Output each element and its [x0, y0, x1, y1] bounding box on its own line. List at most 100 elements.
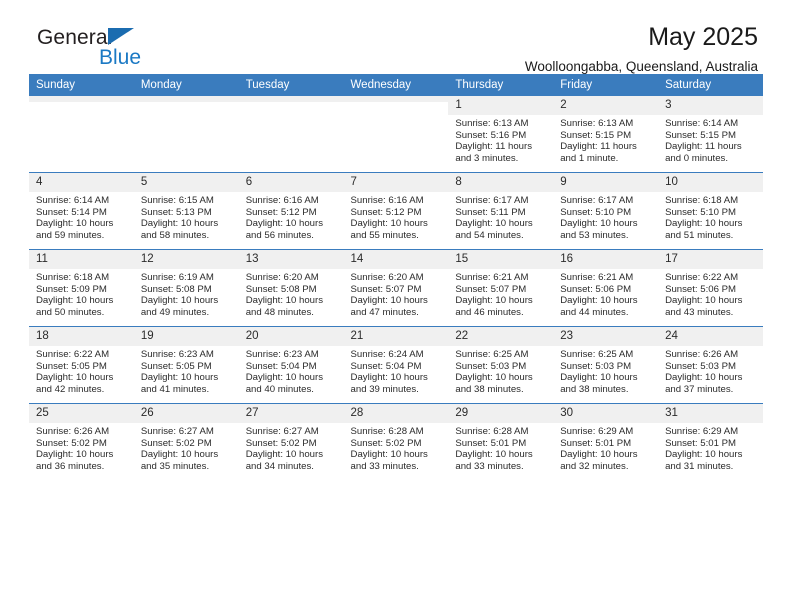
- day-cell[interactable]: 31 Sunrise: 6:29 AM Sunset: 5:01 PM Dayl…: [658, 403, 763, 480]
- day-cell[interactable]: 4 Sunrise: 6:14 AM Sunset: 5:14 PM Dayli…: [29, 172, 134, 250]
- day-cell[interactable]: 16 Sunrise: 6:21 AM Sunset: 5:06 PM Dayl…: [553, 249, 659, 327]
- day-cell[interactable]: [133, 96, 239, 173]
- day-cell[interactable]: 11 Sunrise: 6:18 AM Sunset: 5:09 PM Dayl…: [29, 249, 134, 327]
- sunrise-sunset-calendar: Sunday Monday Tuesday Wednesday Thursday…: [29, 74, 763, 480]
- daylight-text: Daylight: 10 hours and 42 minutes.: [36, 372, 114, 395]
- sunset-text: Sunset: 5:03 PM: [455, 360, 527, 372]
- sunset-text: Sunset: 5:08 PM: [140, 283, 212, 295]
- day-cell[interactable]: 19 Sunrise: 6:23 AM Sunset: 5:05 PM Dayl…: [133, 326, 239, 404]
- day-cell[interactable]: 13 Sunrise: 6:20 AM Sunset: 5:08 PM Dayl…: [238, 249, 344, 327]
- day-details: Sunrise: 6:26 AM Sunset: 5:03 PM Dayligh…: [658, 346, 763, 395]
- day-cell[interactable]: [343, 96, 449, 173]
- sunrise-text: Sunrise: 6:17 AM: [455, 195, 529, 206]
- sunset-text: Sunset: 5:01 PM: [665, 437, 736, 449]
- day-cell[interactable]: 10 Sunrise: 6:18 AM Sunset: 5:10 PM Dayl…: [658, 172, 763, 250]
- day-number: 8: [448, 173, 554, 192]
- day-cell[interactable]: 22 Sunrise: 6:25 AM Sunset: 5:03 PM Dayl…: [448, 326, 554, 404]
- day-details: Sunrise: 6:14 AM Sunset: 5:15 PM Dayligh…: [658, 115, 763, 164]
- day-cell[interactable]: 5 Sunrise: 6:15 AM Sunset: 5:13 PM Dayli…: [133, 172, 239, 250]
- sunrise-text: Sunrise: 6:26 AM: [665, 349, 739, 360]
- weekday-header-tuesday: Tuesday: [238, 74, 344, 96]
- day-number: 24: [658, 327, 763, 346]
- day-details: Sunrise: 6:21 AM Sunset: 5:07 PM Dayligh…: [448, 269, 553, 318]
- day-cell[interactable]: 1 Sunrise: 6:13 AM Sunset: 5:16 PM Dayli…: [448, 96, 554, 173]
- sunset-text: Sunset: 5:10 PM: [560, 206, 632, 218]
- sunset-text: Sunset: 5:04 PM: [350, 360, 422, 372]
- daylight-text: Daylight: 10 hours and 33 minutes.: [350, 449, 428, 472]
- day-number: 7: [343, 173, 449, 192]
- day-cell[interactable]: 2 Sunrise: 6:13 AM Sunset: 5:15 PM Dayli…: [553, 96, 659, 173]
- day-number: 26: [133, 404, 239, 423]
- day-cell[interactable]: 20 Sunrise: 6:23 AM Sunset: 5:04 PM Dayl…: [238, 326, 344, 404]
- sunrise-text: Sunrise: 6:14 AM: [665, 118, 739, 129]
- day-details: Sunrise: 6:25 AM Sunset: 5:03 PM Dayligh…: [553, 346, 658, 395]
- day-details: Sunrise: 6:15 AM Sunset: 5:13 PM Dayligh…: [134, 192, 239, 241]
- day-number: 23: [553, 327, 659, 346]
- day-details: Sunrise: 6:14 AM Sunset: 5:14 PM Dayligh…: [29, 192, 134, 241]
- day-cell[interactable]: 29 Sunrise: 6:28 AM Sunset: 5:01 PM Dayl…: [448, 403, 554, 480]
- daylight-text: Daylight: 10 hours and 35 minutes.: [140, 449, 219, 472]
- page-title: May 2025: [648, 23, 758, 51]
- sunset-text: Sunset: 5:09 PM: [36, 283, 107, 295]
- daylight-text: Daylight: 10 hours and 41 minutes.: [140, 372, 219, 395]
- day-details: Sunrise: 6:20 AM Sunset: 5:08 PM Dayligh…: [239, 269, 344, 318]
- sunrise-text: Sunrise: 6:26 AM: [36, 426, 110, 437]
- daylight-text: Daylight: 10 hours and 33 minutes.: [455, 449, 533, 472]
- day-number: 30: [553, 404, 659, 423]
- day-cell[interactable]: [238, 96, 344, 173]
- sunset-text: Sunset: 5:06 PM: [665, 283, 736, 295]
- day-cell[interactable]: 8 Sunrise: 6:17 AM Sunset: 5:11 PM Dayli…: [448, 172, 554, 250]
- day-number: 10: [658, 173, 763, 192]
- day-cell[interactable]: 7 Sunrise: 6:16 AM Sunset: 5:12 PM Dayli…: [343, 172, 449, 250]
- calendar-body: 1 Sunrise: 6:13 AM Sunset: 5:16 PM Dayli…: [29, 96, 763, 480]
- day-details: Sunrise: 6:27 AM Sunset: 5:02 PM Dayligh…: [239, 423, 344, 472]
- day-cell[interactable]: 25 Sunrise: 6:26 AM Sunset: 5:02 PM Dayl…: [29, 403, 134, 480]
- sunset-text: Sunset: 5:06 PM: [560, 283, 632, 295]
- day-cell[interactable]: 28 Sunrise: 6:28 AM Sunset: 5:02 PM Dayl…: [343, 403, 449, 480]
- day-number: 29: [448, 404, 554, 423]
- day-cell[interactable]: 24 Sunrise: 6:26 AM Sunset: 5:03 PM Dayl…: [658, 326, 763, 404]
- day-cell[interactable]: 17 Sunrise: 6:22 AM Sunset: 5:06 PM Dayl…: [658, 249, 763, 327]
- week-row: 4 Sunrise: 6:14 AM Sunset: 5:14 PM Dayli…: [29, 172, 763, 250]
- sunrise-text: Sunrise: 6:15 AM: [140, 195, 214, 206]
- logo-triangle-icon: [108, 28, 134, 45]
- sunrise-text: Sunrise: 6:18 AM: [36, 272, 110, 283]
- day-cell[interactable]: 27 Sunrise: 6:27 AM Sunset: 5:02 PM Dayl…: [238, 403, 344, 480]
- day-cell[interactable]: 18 Sunrise: 6:22 AM Sunset: 5:05 PM Dayl…: [29, 326, 134, 404]
- day-cell[interactable]: 26 Sunrise: 6:27 AM Sunset: 5:02 PM Dayl…: [133, 403, 239, 480]
- day-details: Sunrise: 6:17 AM Sunset: 5:11 PM Dayligh…: [448, 192, 553, 241]
- day-cell[interactable]: 15 Sunrise: 6:21 AM Sunset: 5:07 PM Dayl…: [448, 249, 554, 327]
- day-number: 1: [448, 96, 554, 115]
- sunrise-text: Sunrise: 6:14 AM: [36, 195, 110, 206]
- day-details: [344, 102, 449, 105]
- day-cell[interactable]: 9 Sunrise: 6:17 AM Sunset: 5:10 PM Dayli…: [553, 172, 659, 250]
- day-details: Sunrise: 6:22 AM Sunset: 5:06 PM Dayligh…: [658, 269, 763, 318]
- sunrise-text: Sunrise: 6:28 AM: [455, 426, 529, 437]
- day-cell[interactable]: 21 Sunrise: 6:24 AM Sunset: 5:04 PM Dayl…: [343, 326, 449, 404]
- day-number: 12: [133, 250, 239, 269]
- weekday-header-thursday: Thursday: [448, 74, 554, 96]
- day-details: Sunrise: 6:26 AM Sunset: 5:02 PM Dayligh…: [29, 423, 134, 472]
- sunrise-text: Sunrise: 6:13 AM: [455, 118, 529, 129]
- day-cell[interactable]: 6 Sunrise: 6:16 AM Sunset: 5:12 PM Dayli…: [238, 172, 344, 250]
- day-cell[interactable]: 14 Sunrise: 6:20 AM Sunset: 5:07 PM Dayl…: [343, 249, 449, 327]
- sunrise-text: Sunrise: 6:17 AM: [560, 195, 634, 206]
- daylight-text: Daylight: 10 hours and 54 minutes.: [455, 218, 533, 241]
- sunrise-text: Sunrise: 6:16 AM: [245, 195, 319, 206]
- day-cell[interactable]: 12 Sunrise: 6:19 AM Sunset: 5:08 PM Dayl…: [133, 249, 239, 327]
- day-details: [29, 102, 134, 105]
- daylight-text: Daylight: 10 hours and 49 minutes.: [140, 295, 219, 318]
- daylight-text: Daylight: 11 hours and 3 minutes.: [455, 141, 532, 164]
- sunset-text: Sunset: 5:15 PM: [560, 129, 632, 141]
- generalblue-logo[interactable]: General Blue: [37, 27, 237, 79]
- sunset-text: Sunset: 5:12 PM: [245, 206, 317, 218]
- day-cell[interactable]: 30 Sunrise: 6:29 AM Sunset: 5:01 PM Dayl…: [553, 403, 659, 480]
- day-number: 11: [29, 250, 134, 269]
- day-details: Sunrise: 6:18 AM Sunset: 5:09 PM Dayligh…: [29, 269, 134, 318]
- day-cell[interactable]: 23 Sunrise: 6:25 AM Sunset: 5:03 PM Dayl…: [553, 326, 659, 404]
- day-cell[interactable]: [29, 96, 134, 173]
- daylight-text: Daylight: 10 hours and 47 minutes.: [350, 295, 428, 318]
- sunrise-text: Sunrise: 6:21 AM: [560, 272, 634, 283]
- day-number: 27: [238, 404, 344, 423]
- day-cell[interactable]: 3 Sunrise: 6:14 AM Sunset: 5:15 PM Dayli…: [658, 96, 763, 173]
